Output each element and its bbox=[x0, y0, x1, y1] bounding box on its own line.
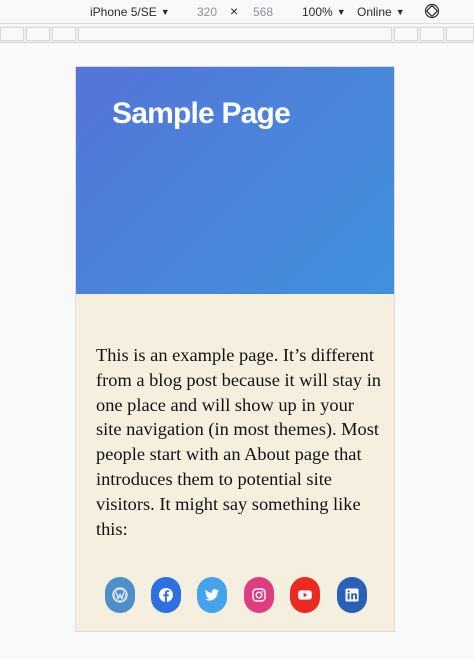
device-name: iPhone 5/SE bbox=[90, 5, 157, 19]
ruler-segment bbox=[420, 27, 444, 41]
ruler-segment bbox=[52, 27, 76, 41]
linkedin-link[interactable] bbox=[337, 577, 367, 613]
page-header-cover: Sample Page bbox=[76, 67, 394, 294]
network-value: Online bbox=[357, 5, 392, 19]
zoom-selector[interactable]: 100% ▼ bbox=[302, 5, 346, 20]
wordpress-icon bbox=[112, 587, 128, 603]
chevron-down-icon: ▼ bbox=[160, 7, 170, 17]
ruler-segment bbox=[394, 27, 418, 41]
page-body-text: This is an example page. It’s different … bbox=[96, 345, 382, 539]
device-selector[interactable]: iPhone 5/SE ▼ bbox=[90, 5, 170, 20]
ruler-segment bbox=[0, 27, 24, 41]
dimension-separator: × bbox=[230, 3, 239, 19]
ruler-segment bbox=[26, 27, 50, 41]
ruler-segment bbox=[78, 27, 392, 41]
page-title: Sample Page bbox=[112, 97, 291, 130]
wordpress-link[interactable] bbox=[105, 577, 135, 613]
chevron-down-icon: ▼ bbox=[336, 7, 346, 17]
youtube-link[interactable] bbox=[290, 577, 320, 613]
viewport-width-input[interactable]: 320 bbox=[197, 5, 217, 19]
ruler-segment bbox=[446, 27, 474, 41]
twitter-icon bbox=[205, 589, 219, 601]
facebook-icon bbox=[159, 588, 173, 602]
social-icons bbox=[105, 577, 367, 613]
page-content: This is an example page. It’s different … bbox=[96, 343, 381, 541]
instagram-link[interactable] bbox=[244, 577, 274, 613]
chevron-down-icon: ▼ bbox=[395, 7, 405, 17]
network-throttle-selector[interactable]: Online ▼ bbox=[357, 5, 405, 20]
twitter-link[interactable] bbox=[197, 577, 227, 613]
linkedin-icon bbox=[345, 588, 359, 602]
facebook-link[interactable] bbox=[151, 577, 181, 613]
viewport-ruler bbox=[0, 26, 474, 43]
rotate-viewport-icon[interactable] bbox=[424, 3, 440, 19]
responsive-toolbar: iPhone 5/SE ▼ 320 × 568 100% ▼ Online ▼ bbox=[0, 0, 474, 24]
zoom-value: 100% bbox=[302, 5, 333, 19]
instagram-icon bbox=[252, 588, 266, 602]
youtube-icon bbox=[298, 590, 312, 600]
viewport-height-input[interactable]: 568 bbox=[253, 5, 273, 19]
device-viewport: Sample Page This is an example page. It’… bbox=[75, 66, 395, 632]
